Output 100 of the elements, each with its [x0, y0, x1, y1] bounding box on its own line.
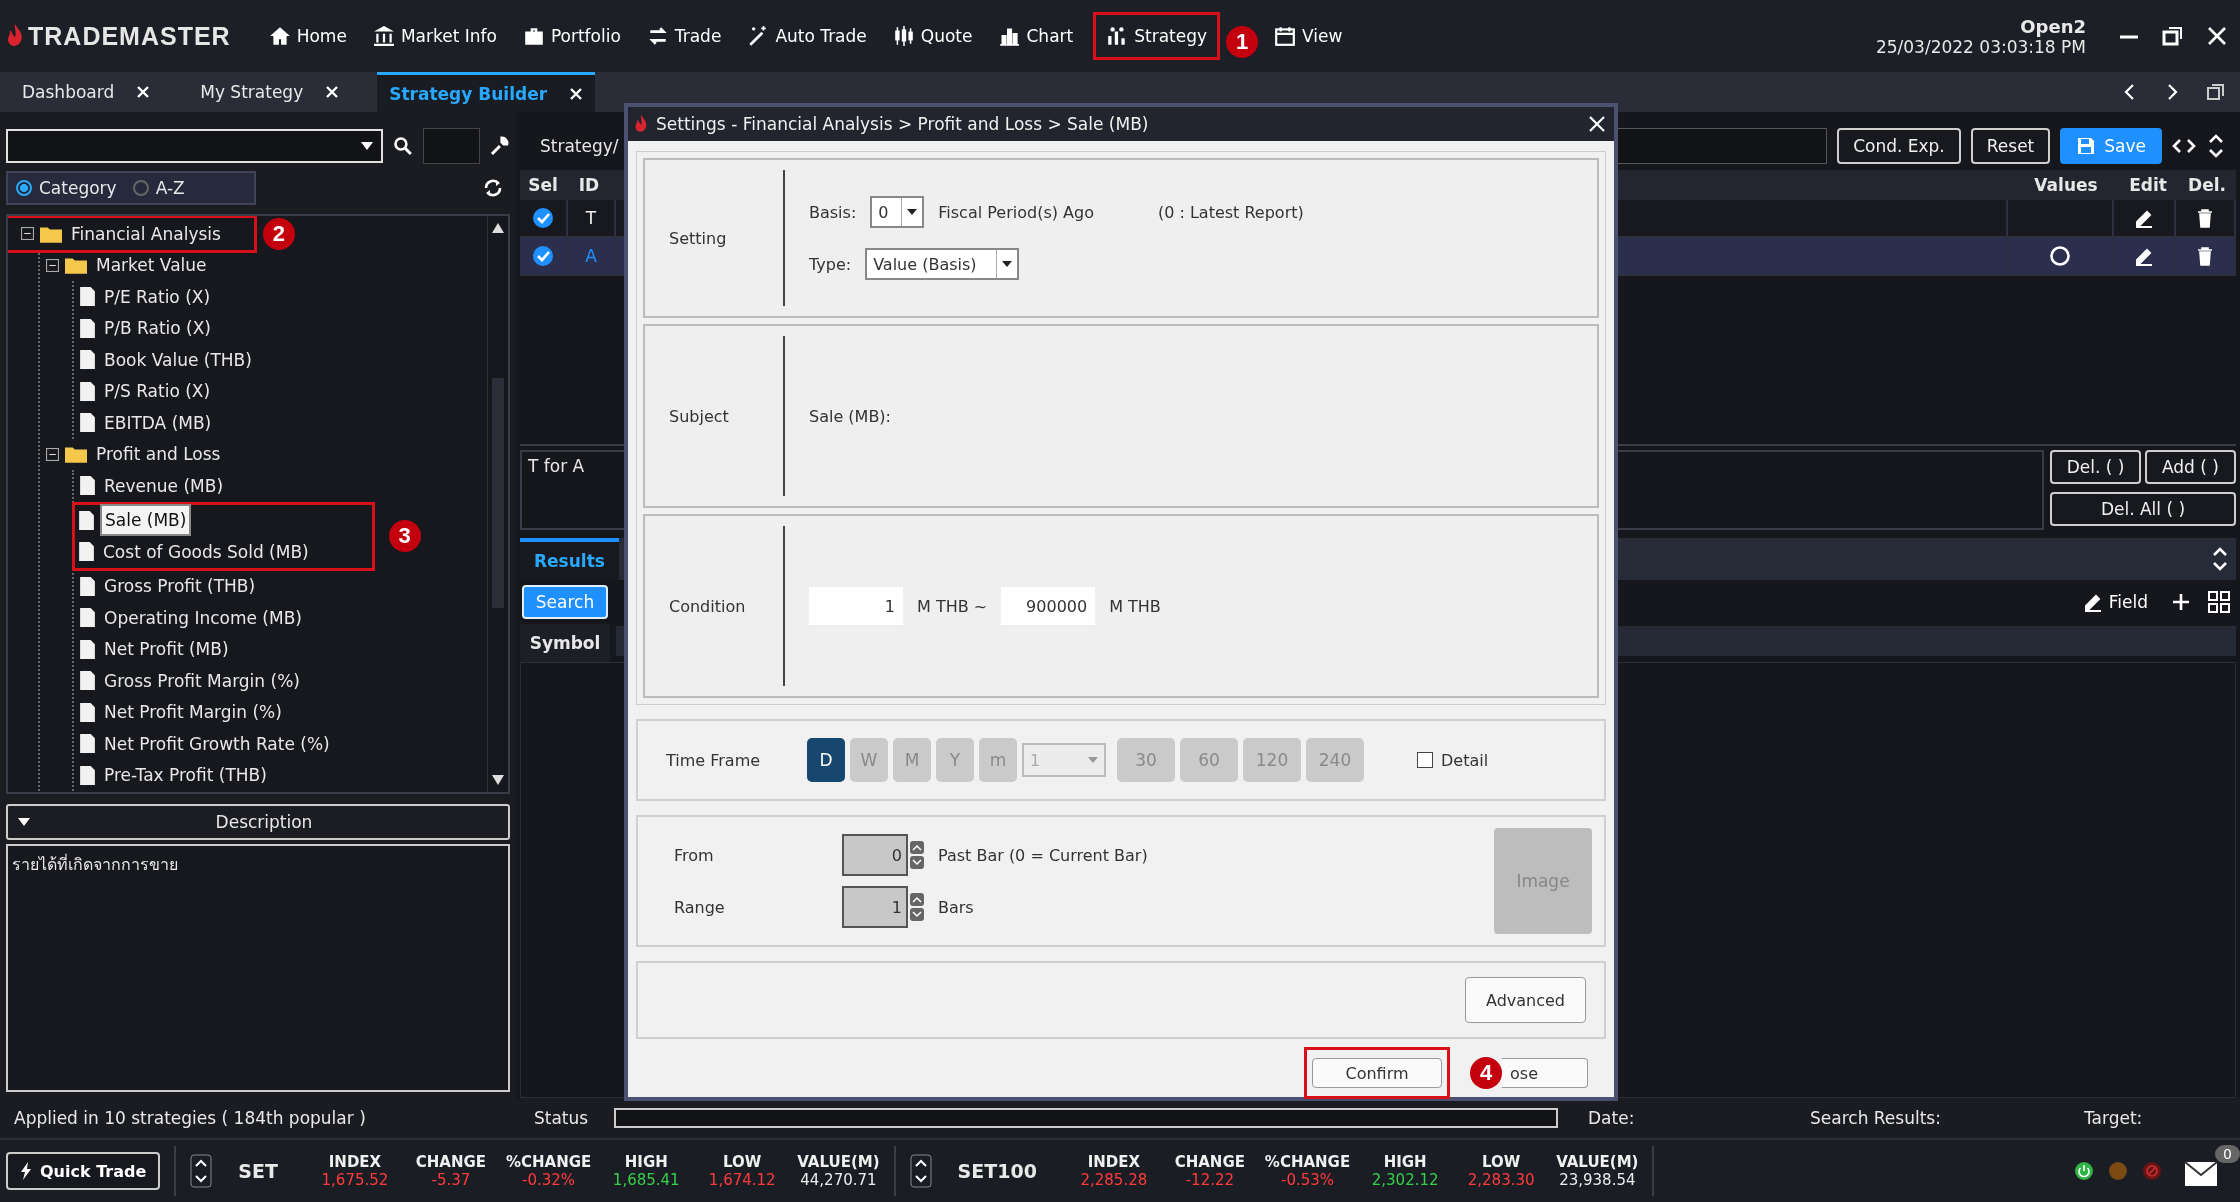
tree-item[interactable]: Book Value (THB)	[101, 348, 255, 371]
expression-button[interactable]: Del. All ( )	[2050, 492, 2236, 526]
toolbar-button[interactable]: Reset	[1970, 128, 2051, 164]
sort-radio-option[interactable]: A-Z	[132, 178, 185, 198]
tree-item[interactable]: Net Profit Growth Rate (%)	[101, 732, 333, 755]
up-down-arrows-icon[interactable]	[909, 1154, 932, 1188]
collapse-box-icon[interactable]	[46, 447, 59, 461]
nav-menu-item[interactable]: Portfolio	[516, 19, 627, 53]
wrench-icon[interactable]	[490, 136, 510, 156]
usage-info-text: Applied in 10 strategies ( 184th popular )	[13, 1108, 367, 1128]
document-icon	[80, 413, 95, 433]
close-tab-icon[interactable]	[136, 85, 151, 99]
tree-item[interactable]: P/S Ratio (X)	[101, 380, 214, 403]
tree-item[interactable]: Net Profit Margin (%)	[101, 701, 285, 724]
collapse-box-icon[interactable]	[21, 227, 34, 241]
search-combo-box[interactable]	[6, 129, 383, 163]
trash-icon[interactable]	[2196, 246, 2214, 266]
checkbox[interactable]	[532, 245, 554, 267]
refresh-icon[interactable]	[482, 177, 504, 199]
confirm-button[interactable]: Confirm	[1312, 1058, 1442, 1088]
tree-item[interactable]: Financial Analysis	[68, 222, 224, 245]
grid-icon[interactable]	[2208, 591, 2230, 613]
close-icon[interactable]	[1588, 115, 1606, 133]
max-value-field[interactable]: 900000	[1001, 587, 1096, 625]
document-icon	[79, 510, 94, 530]
tab[interactable]: My Strategy	[188, 72, 352, 112]
range-spin-field[interactable]: 1	[842, 886, 908, 928]
tree-item[interactable]: P/B Ratio (X)	[101, 317, 214, 340]
expand-vertical-icon[interactable]	[2210, 546, 2230, 572]
tree-item[interactable]: Gross Profit Margin (%)	[101, 669, 303, 692]
min-value-field[interactable]: 1	[809, 587, 903, 625]
tree-item[interactable]: Revenue (MB)	[101, 474, 227, 497]
column-header: Symbol	[520, 624, 610, 662]
nav-menu-item[interactable]: View	[1268, 19, 1349, 53]
pencil-icon[interactable]	[2134, 246, 2154, 266]
document-icon	[80, 765, 95, 785]
scroll-up-icon[interactable]	[491, 222, 505, 234]
condition-id: T	[585, 208, 597, 228]
nav-menu-item[interactable]: Market Info	[366, 19, 503, 53]
search-icon[interactable]	[392, 136, 413, 156]
plus-icon[interactable]	[2172, 593, 2190, 611]
nav-menu-item[interactable]: Trade	[640, 19, 728, 53]
expand-vertical-icon[interactable]	[2206, 133, 2226, 159]
market-name: SET	[238, 1160, 278, 1182]
tree-item[interactable]: Profit and Loss	[93, 443, 224, 466]
tree-item[interactable]: EBITDA (MB)	[101, 411, 215, 434]
close-button[interactable]: ose	[1502, 1058, 1588, 1088]
trash-icon[interactable]	[2196, 208, 2214, 228]
checkbox[interactable]	[532, 207, 554, 229]
document-icon	[80, 318, 95, 338]
advanced-button[interactable]: Advanced	[1464, 977, 1586, 1023]
tree-item[interactable]: Operating Income (MB)	[101, 606, 305, 629]
tree-item[interactable]: Cost of Goods Sold (MB)	[100, 540, 312, 563]
spin-arrows-icon[interactable]	[910, 841, 924, 869]
column-header: ID	[577, 175, 601, 195]
tree-item[interactable]: P/E Ratio (X)	[101, 285, 214, 308]
scroll-down-icon[interactable]	[491, 774, 505, 786]
restore-window-icon[interactable]	[2206, 82, 2226, 102]
results-tab[interactable]: Results	[520, 538, 619, 580]
code-input-field[interactable]	[422, 128, 481, 164]
period-button[interactable]: D	[807, 738, 845, 782]
tree-item[interactable]: Net Profit (MB)	[101, 638, 232, 661]
tab[interactable]: Dashboard	[10, 72, 163, 112]
close-tab-icon[interactable]	[569, 86, 584, 101]
nav-menu-item[interactable]: Quote	[886, 19, 979, 53]
document-icon	[80, 734, 95, 754]
type-dropdown[interactable]: Value (Basis)	[865, 248, 1020, 280]
unit-label: M THB ~	[917, 596, 988, 616]
restore-window-icon[interactable]	[2162, 25, 2184, 47]
nav-menu-item[interactable]: Chart	[992, 19, 1080, 53]
basis-suffix: Fiscal Period(s) Ago	[938, 202, 1094, 222]
toolbar-button[interactable]: Cond. Exp.	[1837, 128, 1961, 164]
detail-checkbox[interactable]: Detail	[1417, 750, 1489, 770]
tree-item[interactable]: Sale (MB)	[100, 504, 192, 537]
spin-arrows-icon[interactable]	[910, 893, 924, 921]
basis-dropdown[interactable]: 0	[870, 196, 925, 228]
scrollbar-thumb[interactable]	[492, 378, 504, 608]
ticker-value: 23,938.54	[1559, 1171, 1636, 1189]
nav-menu-item[interactable]: Auto Trade	[741, 19, 873, 53]
quick-trade-button[interactable]: Quick Trade	[6, 1152, 161, 1190]
expression-button[interactable]: Add ( )	[2145, 450, 2236, 484]
expression-button[interactable]: Del. ( )	[2050, 450, 2141, 484]
up-down-arrows-icon[interactable]	[190, 1154, 213, 1188]
tree-item[interactable]: Pre-Tax Profit (THB)	[101, 764, 270, 787]
sort-radio-option[interactable]: Category	[16, 178, 117, 198]
description-header[interactable]: Description	[6, 804, 510, 840]
nav-menu-item[interactable]: Strategy	[1100, 19, 1214, 53]
pencil-icon[interactable]	[2134, 208, 2154, 228]
close-icon[interactable]	[2206, 25, 2228, 47]
flame-logo-icon	[634, 114, 648, 134]
tab[interactable]: Strategy Builder	[377, 72, 596, 112]
field-button[interactable]: Field	[2076, 591, 2154, 613]
collapse-box-icon[interactable]	[46, 258, 59, 272]
close-tab-icon[interactable]	[325, 85, 340, 99]
mail-icon[interactable]	[2184, 1161, 2218, 1187]
tree-item[interactable]: Gross Profit (THB)	[101, 575, 259, 598]
tree-item[interactable]: Market Value	[93, 254, 210, 277]
nav-menu-item[interactable]: Home	[262, 19, 353, 53]
app-name: TRADEMASTER	[28, 21, 231, 51]
from-spin-field[interactable]: 0	[842, 834, 908, 876]
